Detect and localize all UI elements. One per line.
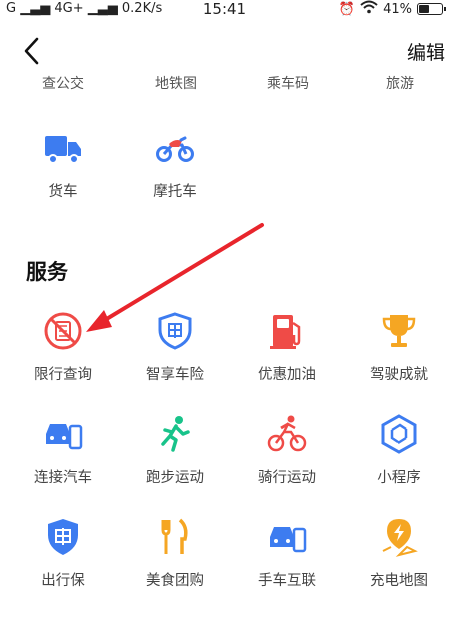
partial-tools-row: 查公交 地铁图 乘车码 旅游 xyxy=(0,74,449,92)
truck-icon xyxy=(45,136,81,164)
trophy-icon xyxy=(382,315,416,347)
status-bar: G ▁▃▅ 4G+ ▁▃▅ 0.2K/s 15:41 ⏰ 41% xyxy=(0,0,449,22)
tool-item-motorcycle[interactable]: 摩托车 xyxy=(125,128,225,201)
runner-icon xyxy=(161,416,190,452)
service-label: 充电地图 xyxy=(370,573,428,589)
service-item-travel-insurance[interactable]: 出行保 xyxy=(13,517,113,590)
service-item-mini-program[interactable]: 小程序 xyxy=(349,414,449,487)
service-label: 优惠加油 xyxy=(258,367,316,383)
service-label: 手车互联 xyxy=(258,573,316,589)
service-label: 连接汽车 xyxy=(34,470,92,486)
travel-insurance-icon xyxy=(48,519,78,555)
restriction-icon xyxy=(44,312,82,350)
service-label: 跑步运动 xyxy=(146,470,204,486)
service-label: 美食团购 xyxy=(146,573,204,589)
section-title-services: 服务 xyxy=(26,260,68,284)
car-phone-link-icon xyxy=(270,527,307,553)
cyclist-icon xyxy=(267,415,307,452)
tool-item-ride-code[interactable]: 乘车码 xyxy=(248,74,328,92)
service-item-fuel[interactable]: 优惠加油 xyxy=(237,311,337,384)
service-item-car-link[interactable]: 手车互联 xyxy=(237,517,337,590)
wifi-icon xyxy=(360,0,378,18)
nav-bar: 编辑 xyxy=(0,28,449,72)
back-button[interactable] xyxy=(20,36,46,66)
fork-knife-icon xyxy=(161,518,188,554)
tool-label: 货车 xyxy=(48,184,78,200)
service-item-insurance[interactable]: 智享车险 xyxy=(125,311,225,384)
service-item-running[interactable]: 跑步运动 xyxy=(125,414,225,487)
battery-percent: 41% xyxy=(383,1,412,17)
tool-item-travel[interactable]: 旅游 xyxy=(360,74,440,92)
service-label: 智享车险 xyxy=(146,367,204,383)
tool-item-metro[interactable]: 地铁图 xyxy=(136,74,216,92)
tool-item-truck[interactable]: 货车 xyxy=(13,128,113,201)
car-phone-icon xyxy=(46,424,83,450)
service-label: 小程序 xyxy=(377,470,421,486)
service-item-restriction[interactable]: 限行查询 xyxy=(13,311,113,384)
service-label: 限行查询 xyxy=(34,367,92,383)
status-right: ⏰ 41% xyxy=(338,0,446,18)
edit-button[interactable]: 编辑 xyxy=(407,38,445,65)
service-item-achievement[interactable]: 驾驶成就 xyxy=(349,311,449,384)
motorcycle-icon xyxy=(156,136,194,162)
service-label: 驾驶成就 xyxy=(370,367,428,383)
mini-program-icon xyxy=(381,414,417,454)
battery-icon xyxy=(417,3,446,15)
service-label: 出行保 xyxy=(41,573,85,589)
service-item-connect-car[interactable]: 连接汽车 xyxy=(13,414,113,487)
charging-map-icon xyxy=(382,519,418,557)
tool-label: 摩托车 xyxy=(153,184,197,200)
alarm-icon: ⏰ xyxy=(338,1,356,17)
service-item-charging-map[interactable]: 充电地图 xyxy=(349,517,449,590)
tool-item-bus[interactable]: 查公交 xyxy=(23,74,103,92)
chevron-left-icon xyxy=(24,37,39,65)
service-label: 骑行运动 xyxy=(258,470,316,486)
service-item-food[interactable]: 美食团购 xyxy=(125,517,225,590)
insurance-shield-icon xyxy=(158,312,192,350)
service-item-cycling[interactable]: 骑行运动 xyxy=(237,414,337,487)
fuel-pump-icon xyxy=(270,315,301,349)
